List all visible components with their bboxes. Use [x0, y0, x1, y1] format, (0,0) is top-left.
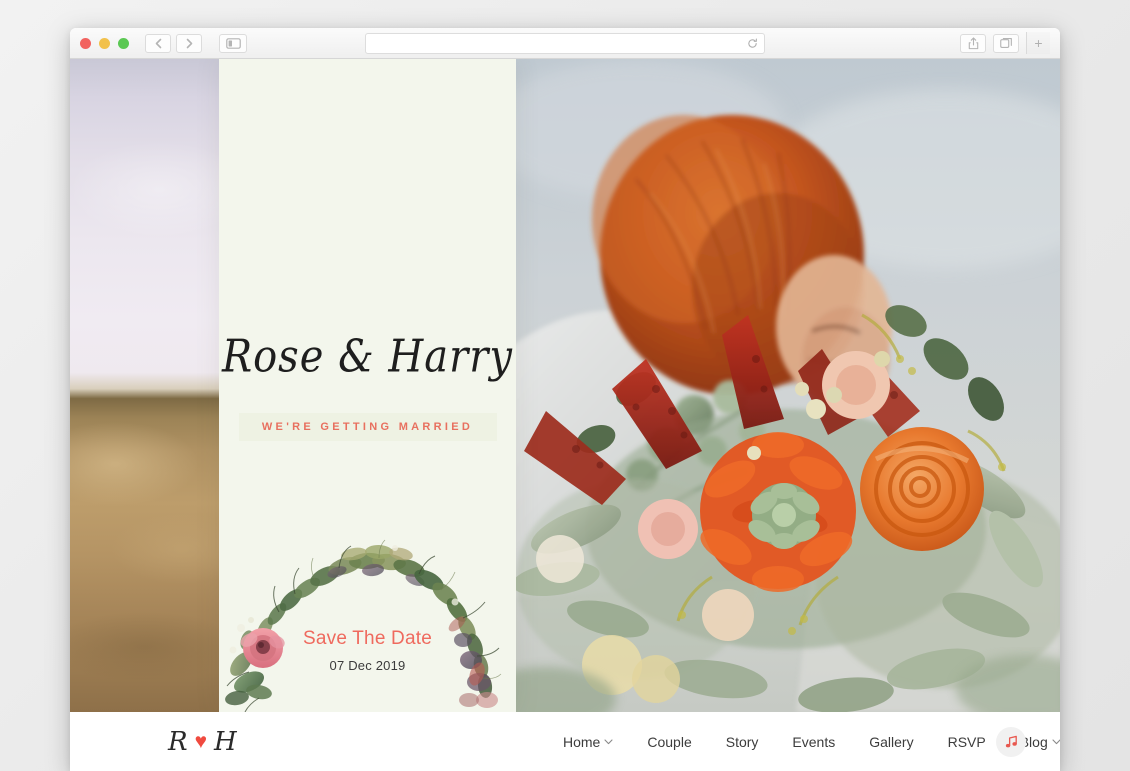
chevron-down-icon: [1052, 738, 1060, 745]
hero-bride-photo: [516, 59, 1060, 712]
nav-label-couple: Couple: [647, 733, 692, 750]
music-note-icon: [1004, 734, 1019, 749]
page-viewport: Rose & Harry WE'RE GETTING MARRIED Save …: [70, 59, 1060, 771]
site-logo[interactable]: R ♥ H: [168, 729, 237, 755]
hero-left-photo: [70, 59, 219, 712]
reload-icon[interactable]: [747, 38, 758, 49]
browser-navigation-buttons: [145, 33, 247, 53]
site-navigation-bar: R ♥ H Home Couple Story Events Gallery R…: [70, 712, 1060, 771]
tab-overview-icon[interactable]: [993, 33, 1019, 53]
nav-label-home: Home: [563, 733, 601, 750]
nav-item-events[interactable]: Events: [775, 734, 852, 750]
nav-item-couple[interactable]: Couple: [630, 734, 708, 750]
nav-label-rsvp: RSVP: [947, 733, 986, 750]
nav-item-gallery[interactable]: Gallery: [852, 734, 930, 750]
browser-window: + Rose & Harry WE'RE GETTING MARRIED Sav…: [70, 28, 1060, 771]
nav-label-gallery: Gallery: [869, 733, 914, 750]
browser-toolbar-right: +: [960, 32, 1050, 54]
logo-left-initial: R: [168, 726, 188, 757]
chevron-down-icon: [604, 738, 613, 745]
window-controls: [80, 37, 129, 49]
floral-wreath: Save The Date 07 Dec 2019: [219, 532, 516, 712]
address-bar[interactable]: [365, 32, 765, 54]
browser-titlebar: +: [70, 28, 1060, 59]
sidebar-toggle-icon[interactable]: [219, 33, 247, 53]
nav-item-rsvp[interactable]: RSVP: [931, 734, 1003, 750]
heart-icon: ♥: [194, 730, 208, 753]
couple-names: Rose & Harry: [221, 331, 513, 383]
tagline-band: WE'RE GETTING MARRIED: [238, 413, 497, 441]
new-tab-button[interactable]: +: [1026, 32, 1050, 54]
tagline-text: WE'RE GETTING MARRIED: [261, 421, 474, 433]
close-window-button[interactable]: [80, 37, 91, 49]
main-menu: Home Couple Story Events Gallery RSVP Bl…: [546, 734, 1060, 750]
maximize-window-button[interactable]: [118, 37, 129, 49]
forward-button[interactable]: [176, 33, 202, 53]
share-icon[interactable]: [960, 33, 986, 53]
save-the-date-title: Save The Date: [303, 628, 432, 649]
nav-item-home[interactable]: Home: [546, 734, 630, 750]
save-the-date-block: Save The Date 07 Dec 2019: [219, 628, 516, 673]
logo-right-initial: H: [214, 726, 237, 757]
nav-label-story: Story: [725, 733, 759, 750]
nav-label-events: Events: [792, 733, 836, 750]
invitation-card: Rose & Harry WE'RE GETTING MARRIED Save …: [219, 59, 516, 712]
music-toggle-button[interactable]: [996, 726, 1026, 757]
minimize-window-button[interactable]: [99, 37, 110, 49]
wedding-date: 07 Dec 2019: [329, 658, 406, 673]
back-button[interactable]: [145, 33, 171, 53]
nav-item-story[interactable]: Story: [709, 734, 776, 750]
hero-section: Rose & Harry WE'RE GETTING MARRIED Save …: [70, 59, 1060, 712]
